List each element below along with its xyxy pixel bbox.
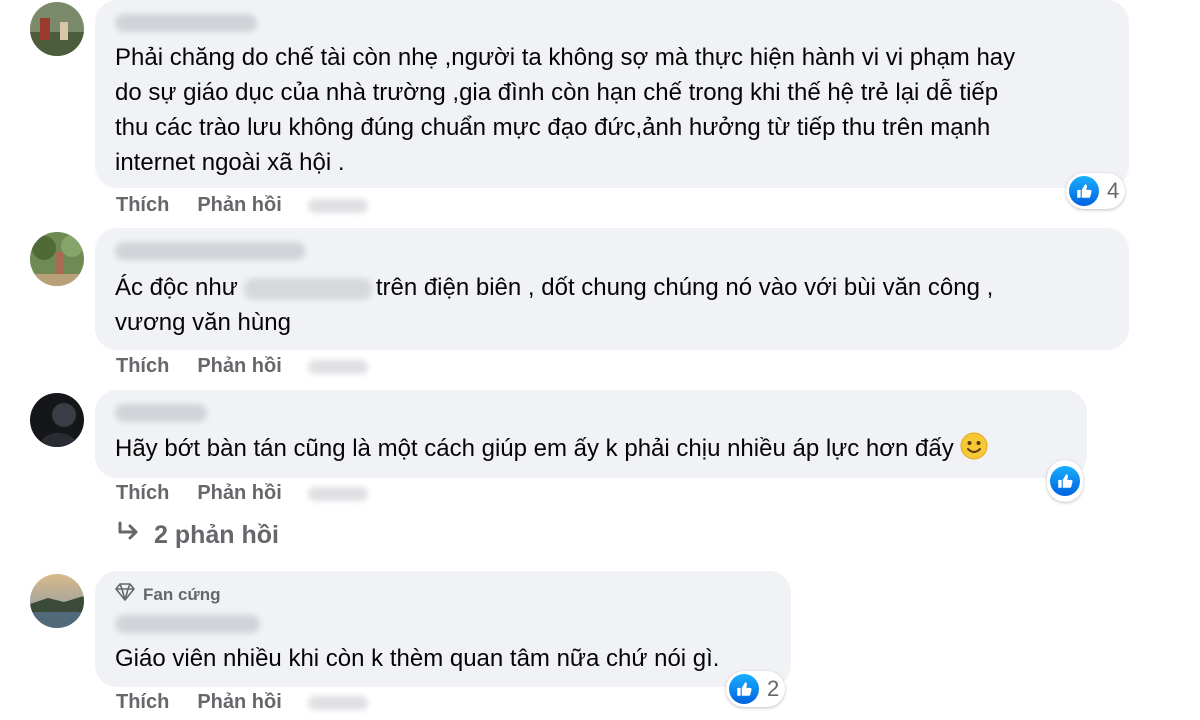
- comment-text: Ác độc như trên điện biên , dốt chung chú…: [115, 270, 993, 340]
- reaction-summary[interactable]: 4: [1066, 173, 1126, 209]
- like-icon: [1050, 466, 1080, 496]
- blurred-name: [243, 277, 372, 300]
- comment-actions: Thích Phản hồi: [116, 194, 368, 217]
- comment-bubble: Fan cứng Giáo viên nhiều khi còn k thèm …: [95, 571, 791, 687]
- diamond-icon: [115, 583, 135, 606]
- comment-actions: Thích Phản hồi: [116, 482, 368, 505]
- reaction-count: 2: [767, 676, 780, 701]
- smiley-emoji: [960, 432, 988, 470]
- replies-count: 2 phản hồi: [154, 521, 279, 549]
- comment-actions: Thích Phản hồi: [116, 691, 368, 714]
- timestamp[interactable]: [307, 359, 368, 374]
- comment-text-part: Hãy bớt bàn tán cũng là một cách giúp em…: [115, 435, 954, 462]
- like-button[interactable]: Thích: [116, 194, 169, 217]
- comment-text: Hãy bớt bàn tán cũng là một cách giúp em…: [115, 431, 988, 470]
- reply-button[interactable]: Phản hồi: [197, 355, 281, 378]
- avatar[interactable]: [30, 232, 84, 286]
- comment-text-part: vương văn hùng: [115, 309, 291, 336]
- timestamp[interactable]: [307, 695, 368, 710]
- author-name[interactable]: [115, 404, 207, 422]
- author-name[interactable]: [115, 242, 305, 260]
- comment-bubble: Hãy bớt bàn tán cũng là một cách giúp em…: [95, 390, 1087, 478]
- reply-button[interactable]: Phản hồi: [197, 194, 281, 217]
- author-name[interactable]: [115, 615, 260, 633]
- badge-label: Fan cứng: [143, 584, 221, 604]
- like-icon: [1069, 176, 1099, 206]
- reaction-count: 4: [1107, 178, 1120, 203]
- reply-arrow-icon: [116, 521, 142, 550]
- like-icon: [729, 674, 759, 704]
- like-button[interactable]: Thích: [116, 355, 169, 378]
- avatar[interactable]: [30, 393, 84, 447]
- reaction-summary[interactable]: [1047, 460, 1083, 502]
- timestamp[interactable]: [307, 198, 368, 213]
- comment-text: Phải chăng do chế tài còn nhẹ ,người ta …: [115, 44, 1016, 176]
- reaction-summary[interactable]: 2: [726, 671, 786, 707]
- like-button[interactable]: Thích: [116, 691, 169, 714]
- comment-bubble: Phải chăng do chế tài còn nhẹ ,người ta …: [95, 0, 1129, 188]
- comment-actions: Thích Phản hồi: [116, 355, 368, 378]
- like-button[interactable]: Thích: [116, 482, 169, 505]
- avatar[interactable]: [30, 574, 84, 628]
- avatar[interactable]: [30, 2, 84, 56]
- timestamp[interactable]: [307, 486, 368, 501]
- reply-button[interactable]: Phản hồi: [197, 482, 281, 505]
- comment-text-part: Ác độc như: [115, 274, 238, 301]
- comment-text: Giáo viên nhiều khi còn k thèm quan tâm …: [115, 645, 720, 672]
- top-fan-badge: Fan cứng: [115, 583, 220, 606]
- comment-text-part: trên điện biên , dốt chung chúng nó vào …: [375, 274, 994, 301]
- view-replies-link[interactable]: 2 phản hồi: [116, 521, 279, 550]
- author-name[interactable]: [115, 14, 257, 32]
- comment-bubble: Ác độc như trên điện biên , dốt chung chú…: [95, 228, 1129, 350]
- reply-button[interactable]: Phản hồi: [197, 691, 281, 714]
